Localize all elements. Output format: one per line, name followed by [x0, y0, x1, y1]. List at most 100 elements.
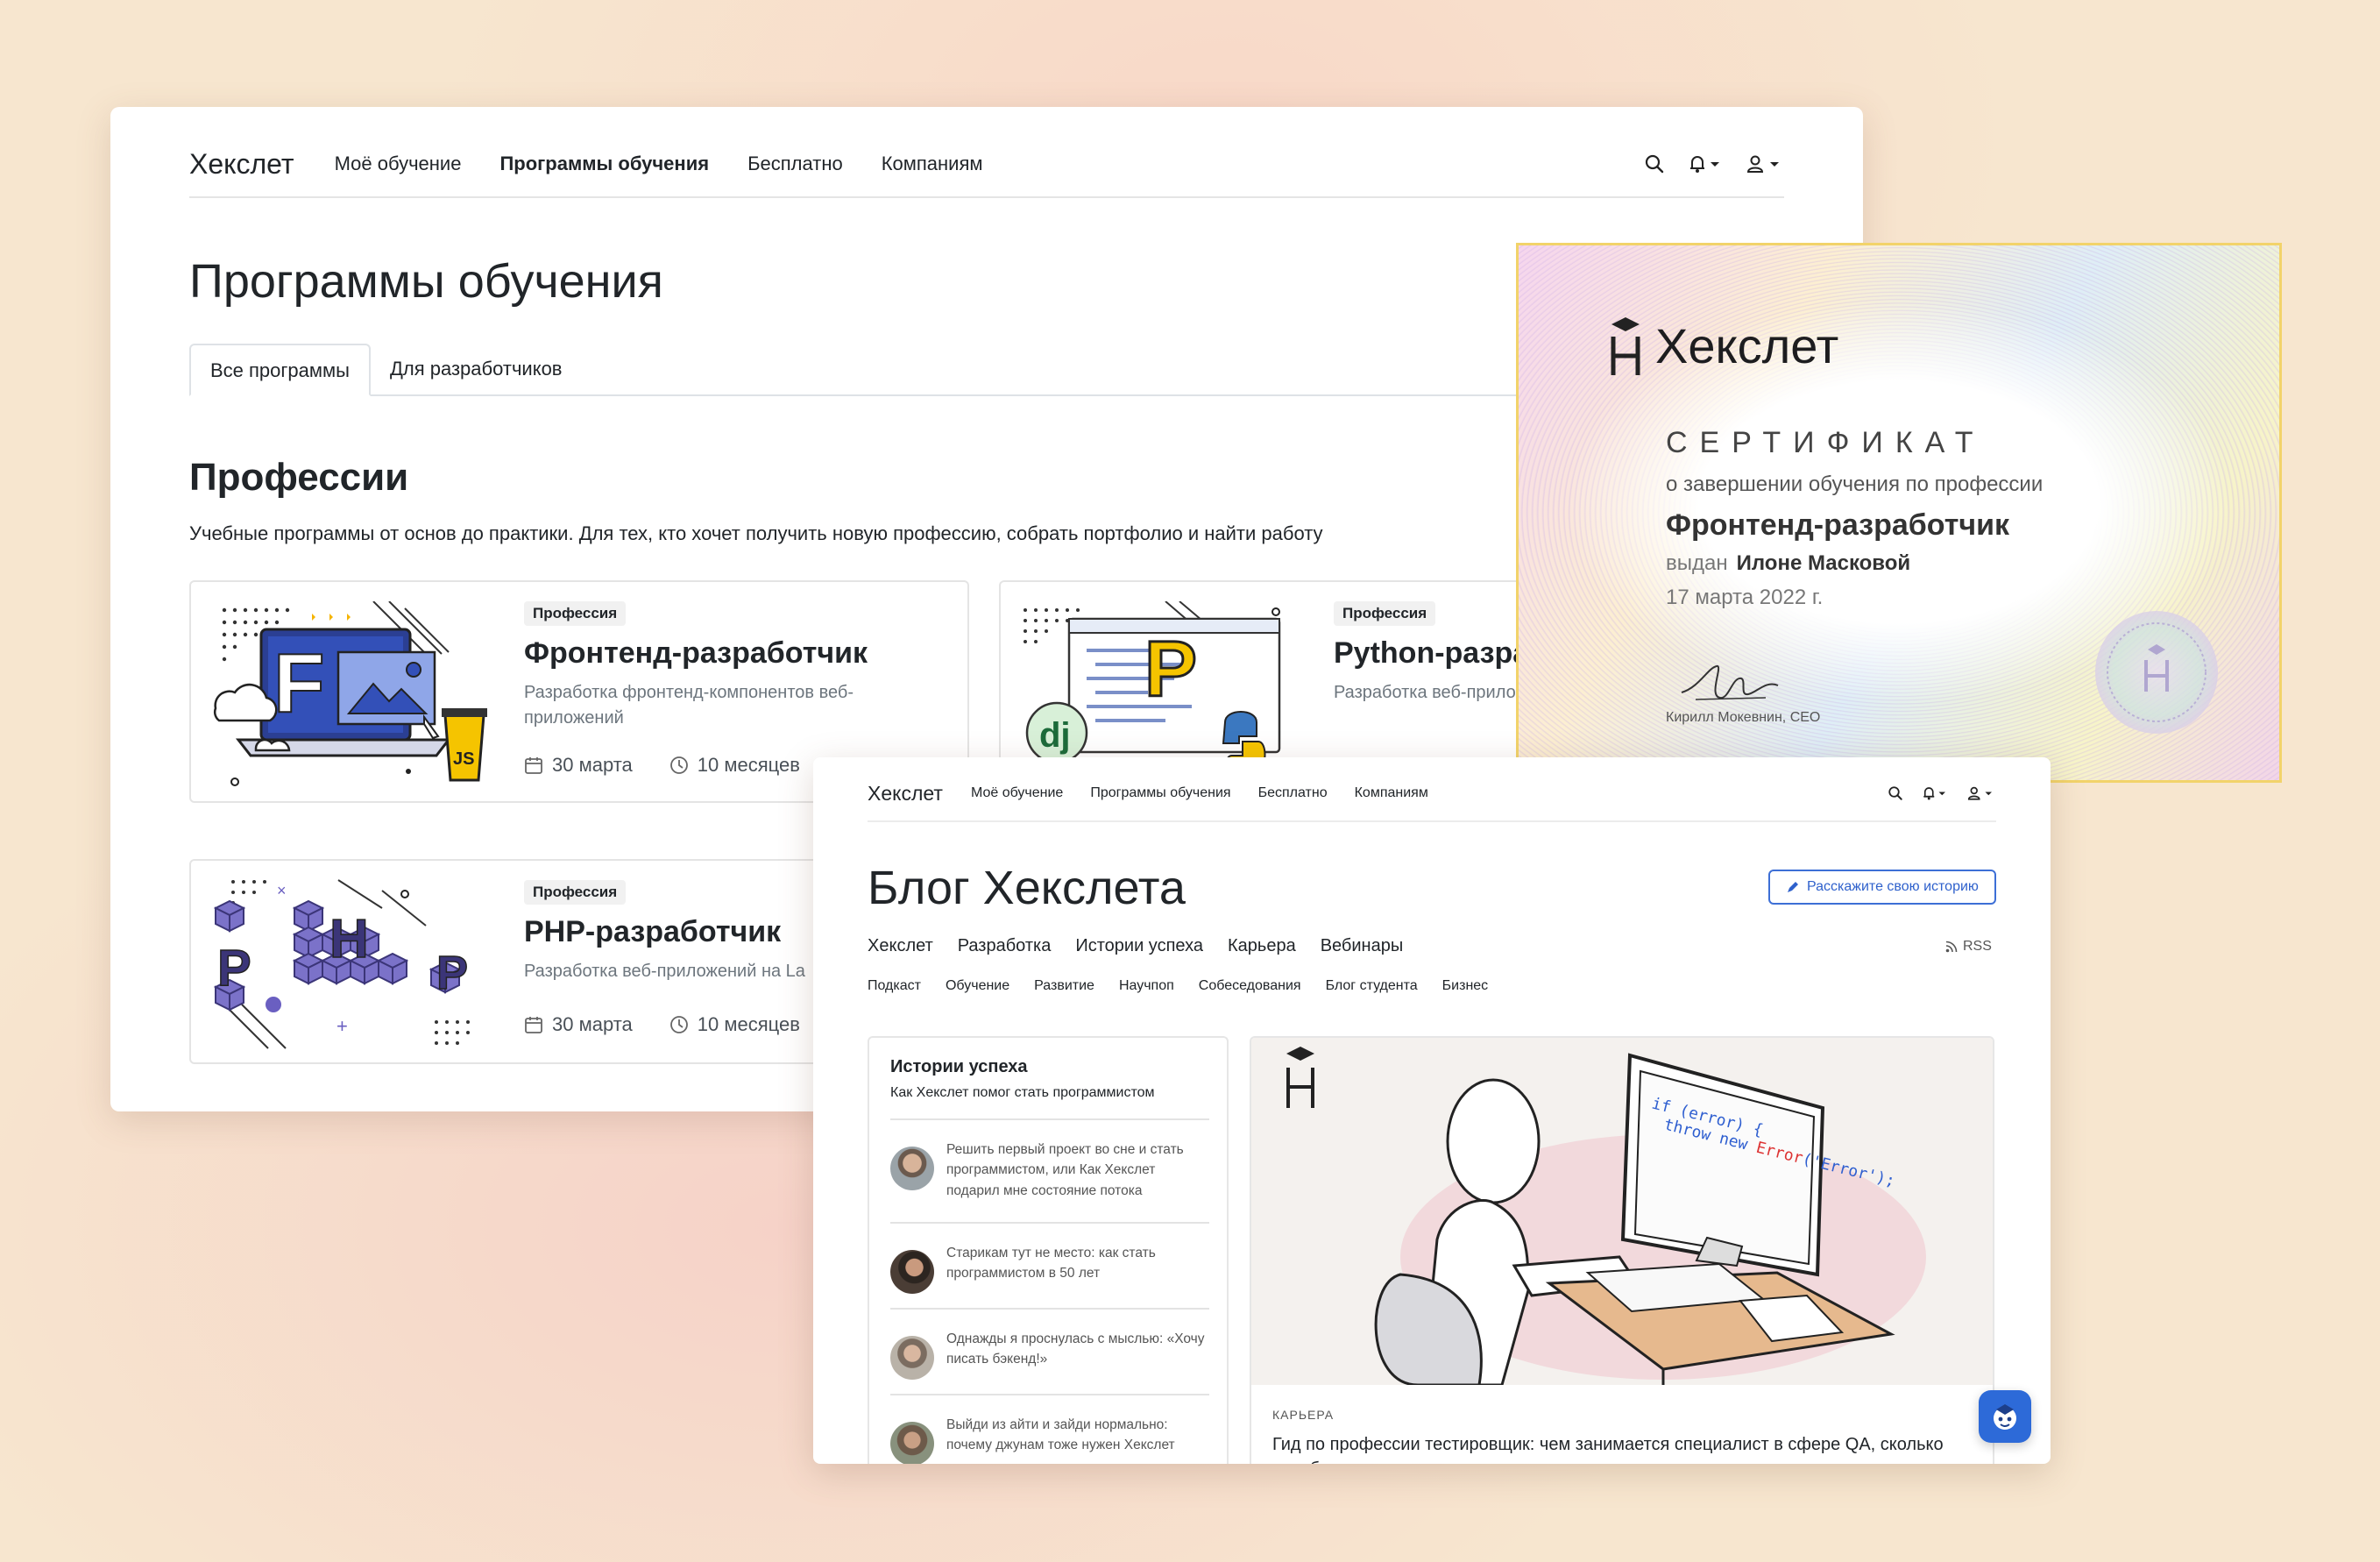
nav-programs[interactable]: Программы обучения: [1090, 785, 1230, 801]
nav-programs[interactable]: Программы обучения: [499, 153, 709, 175]
section-lead: Учебные программы от основ до практики. …: [189, 522, 1323, 544]
certificate-profession: Фронтенд-разработчик: [1666, 508, 2009, 542]
bot-icon: [1994, 1404, 2016, 1430]
featured-illustration: if (error) { throw new Error('Error');: [1251, 1038, 1993, 1385]
page-title: Программы обучения: [189, 255, 663, 308]
svg-text:+: +: [336, 1015, 348, 1037]
nav-companies[interactable]: Компаниям: [882, 153, 983, 175]
story-title: Старикам тут не место: как стать програм…: [946, 1246, 1156, 1282]
category-webinars[interactable]: Вебинары: [1321, 936, 1404, 956]
story-item[interactable]: Однажды я проснулась с мыслью: «Хочу пис…: [890, 1329, 1209, 1380]
category-development[interactable]: Разработка: [958, 936, 1052, 956]
share-story-label: Расскажите свою историю: [1807, 879, 1979, 894]
subcategory-learning[interactable]: Обучение: [946, 978, 1009, 994]
story-item[interactable]: Старикам тут не место: как стать програм…: [890, 1243, 1209, 1294]
pencil-icon: [1786, 880, 1800, 894]
card-description: Разработка фронтенд-компонентов веб-прил…: [524, 683, 854, 728]
nav-free[interactable]: Бесплатно: [1258, 785, 1328, 801]
issued-label: выдан: [1666, 551, 1728, 575]
featured-article[interactable]: if (error) { throw new Error('Error'); К…: [1250, 1036, 1994, 1464]
category-career[interactable]: Карьера: [1228, 936, 1296, 956]
story-title: Однажды я проснулась с мыслью: «Хочу пис…: [946, 1331, 1205, 1367]
recipient-name: Илоне Масковой: [1736, 551, 1911, 575]
avatar: [890, 1250, 934, 1294]
story-title: Решить первый проект во сне и стать прог…: [946, 1142, 1184, 1198]
success-stories-panel: Истории успеха Как Хекслет помог стать п…: [868, 1036, 1229, 1464]
avatar: [890, 1422, 934, 1464]
search-icon[interactable]: [1888, 785, 1903, 801]
duration: 10 месяцев: [697, 1013, 800, 1035]
card-title[interactable]: Python-разра: [1334, 636, 1529, 671]
tab-for-developers[interactable]: Для разработчиков: [371, 344, 582, 394]
rss-icon: [1945, 941, 1958, 953]
blog-title: Блог Хекслета: [868, 862, 1186, 914]
svg-text:H: H: [329, 909, 369, 969]
rss-link[interactable]: RSS: [1945, 939, 1992, 955]
nav-my-learning[interactable]: Моё обучение: [971, 785, 1063, 801]
svg-text:F: F: [273, 636, 325, 730]
hexlet-cap-logo-icon: [1611, 317, 1640, 375]
top-nav: Хекслет Моё обучение Программы обучения …: [189, 131, 1784, 198]
stories-title[interactable]: Истории успеха: [890, 1057, 1028, 1077]
story-title: Выйди из айти и зайди нормально: почему …: [946, 1417, 1175, 1453]
blog-window: Хекслет Моё обучение Программы обучения …: [813, 757, 2051, 1464]
clock-icon: [669, 756, 689, 775]
duration: 10 месяцев: [697, 754, 800, 776]
svg-text:×: ×: [277, 882, 287, 899]
subcategory-growth[interactable]: Развитие: [1034, 978, 1094, 994]
nav-my-learning[interactable]: Моё обучение: [335, 153, 462, 175]
card-meta: 30 марта 10 месяцев: [524, 1013, 800, 1036]
article-title[interactable]: Гид по профессии тестировщик: чем занима…: [1272, 1432, 1973, 1464]
category-hexlet[interactable]: Хекслет: [868, 936, 933, 956]
top-nav: Хекслет Моё обучение Программы обучения …: [868, 766, 1996, 822]
calendar-icon: [524, 756, 543, 775]
card-title[interactable]: Фронтенд-разработчик: [524, 636, 868, 671]
profession-badge: Профессия: [1334, 601, 1436, 626]
frontend-illustration: F JS: [213, 601, 487, 786]
certificate-heading: СЕРТИФИКАТ: [1666, 426, 1986, 459]
share-story-button[interactable]: Расскажите свою историю: [1768, 870, 1996, 905]
subcategory-interviews[interactable]: Собеседования: [1199, 978, 1301, 994]
tab-all-programs[interactable]: Все программы: [189, 344, 371, 396]
notifications-bell-icon[interactable]: [1688, 153, 1723, 174]
subcategory-student-blog[interactable]: Блог студента: [1326, 978, 1418, 994]
divider: [890, 1308, 1209, 1310]
section-title: Профессии: [189, 456, 409, 499]
notifications-bell-icon[interactable]: [1921, 785, 1949, 801]
ceo-signature: [1681, 664, 1779, 700]
logo[interactable]: Хекслет: [868, 782, 943, 806]
stories-subtitle: Как Хекслет помог стать программистом: [890, 1085, 1155, 1100]
subcategory-business[interactable]: Бизнес: [1442, 978, 1489, 994]
svg-text:JS: JS: [453, 749, 474, 769]
card-meta: 30 марта 10 месяцев: [524, 754, 800, 777]
calendar-icon: [524, 1015, 543, 1034]
blog-categories: Хекслет Разработка Истории успеха Карьер…: [868, 936, 1403, 956]
start-date: 30 марта: [552, 1013, 633, 1035]
certificate-subtitle: о завершении обучения по профессии: [1666, 472, 2044, 496]
user-menu-icon[interactable]: [1746, 153, 1784, 174]
logo[interactable]: Хекслет: [189, 148, 294, 181]
chat-assistant-button[interactable]: [1979, 1390, 2031, 1443]
avatar: [890, 1147, 934, 1190]
card-title[interactable]: PHP-разработчик: [524, 915, 781, 949]
svg-text:P: P: [436, 947, 468, 999]
divider: [890, 1222, 1209, 1224]
php-illustration: P H P + ×: [213, 879, 470, 1049]
user-menu-icon[interactable]: [1966, 785, 1996, 801]
rss-label: RSS: [1963, 939, 1992, 954]
subcategory-popsci[interactable]: Научпоп: [1119, 978, 1174, 994]
subcategory-podcast[interactable]: Подкаст: [868, 978, 921, 994]
start-date: 30 марта: [552, 754, 633, 776]
search-icon[interactable]: [1644, 153, 1665, 174]
certificate-date: 17 марта 2022 г.: [1666, 586, 1824, 609]
nav-free[interactable]: Бесплатно: [747, 153, 843, 175]
story-item[interactable]: Решить первый проект во сне и стать прог…: [890, 1140, 1209, 1201]
certificate-logo: Хекслет: [1608, 314, 1838, 377]
nav-companies[interactable]: Компаниям: [1355, 785, 1428, 801]
divider: [890, 1118, 1209, 1120]
certificate: Хекслет СЕРТИФИКАТ о завершении обучения…: [1516, 243, 2282, 783]
category-success-stories[interactable]: Истории успеха: [1075, 936, 1203, 956]
story-item[interactable]: Выйди из айти и зайди нормально: почему …: [890, 1415, 1209, 1464]
certificate-logo-text: Хекслет: [1655, 317, 1839, 373]
certificate-issued: выдан Илоне Масковой: [1666, 551, 1910, 576]
